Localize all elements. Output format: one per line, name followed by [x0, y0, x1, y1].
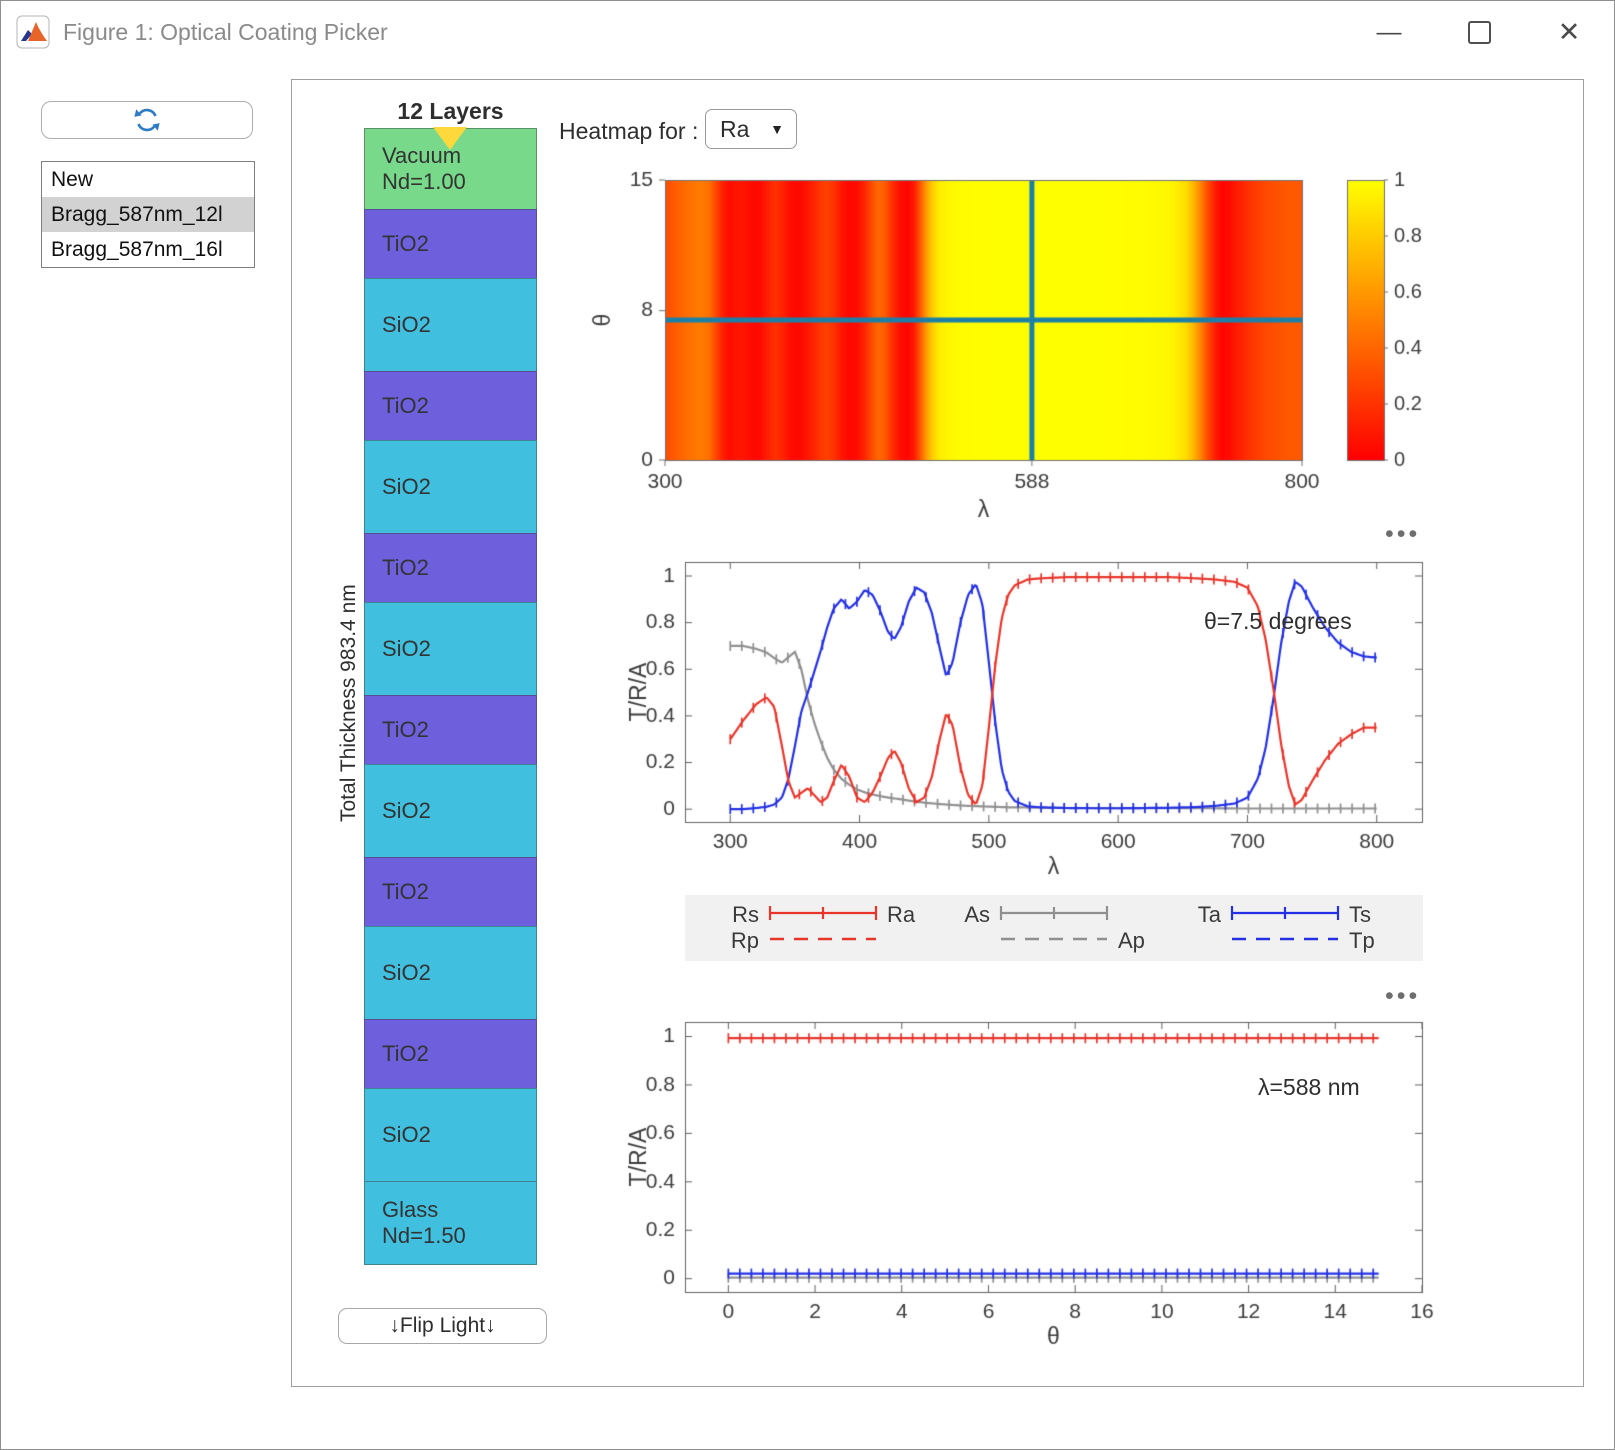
listbox-item[interactable]: Bragg_587nm_16l [42, 232, 254, 267]
heatmap-quantity-dropdown[interactable]: Ra ▼ [705, 109, 797, 149]
coating-listbox[interactable]: NewBragg_587nm_12lBragg_587nm_16l [41, 161, 255, 268]
legend-group: TaTsTp [1181, 902, 1389, 954]
light-direction-marker [433, 127, 467, 150]
layer-sio2[interactable]: SiO2 [364, 764, 537, 858]
legend-group: AsAp [950, 902, 1158, 954]
heatmap-for-label: Heatmap for : [559, 118, 698, 145]
legend-row: Rp [719, 928, 927, 954]
layer-sio2[interactable]: SiO2 [364, 440, 537, 534]
layer-sio2[interactable]: SiO2 [364, 926, 537, 1020]
titlebar[interactable]: Figure 1: Optical Coating Picker — ✕ [1, 1, 1614, 63]
legend-line-sample [1229, 928, 1341, 954]
window-controls: — ✕ [1344, 1, 1614, 63]
lambda-annotation: λ=588 nm [1258, 1074, 1360, 1101]
layer-tio2[interactable]: TiO2 [364, 533, 537, 603]
axes-toolbar-spectrum[interactable]: ••• [1385, 520, 1420, 549]
layer-sio2[interactable]: SiO2 [364, 1088, 537, 1182]
layer-tio2[interactable]: TiO2 [364, 1019, 537, 1089]
legend-row: Ap [950, 928, 1158, 954]
legend-group: RsRaRp [719, 902, 927, 954]
listbox-item[interactable]: Bragg_587nm_12l [42, 197, 254, 232]
maximize-button[interactable] [1434, 1, 1524, 63]
theta-annotation: θ=7.5 degrees [1204, 608, 1352, 635]
stack-title: 12 Layers [364, 98, 537, 125]
layer-sio2[interactable]: SiO2 [364, 602, 537, 696]
figure-window: Figure 1: Optical Coating Picker — ✕ New… [0, 0, 1615, 1450]
minimize-button[interactable]: — [1344, 1, 1434, 63]
heatmap-canvas[interactable] [582, 165, 1462, 533]
close-button[interactable]: ✕ [1524, 1, 1614, 63]
maximize-icon [1468, 21, 1491, 44]
refresh-icon [132, 107, 162, 133]
legend-line-sample [767, 928, 879, 954]
total-thickness-label: Total Thickness 983.4 nm [336, 129, 362, 1277]
listbox-item[interactable]: New [42, 162, 254, 197]
legend-row: TaTs [1181, 902, 1389, 928]
legend-line-sample [767, 902, 879, 928]
axes-toolbar-angle[interactable]: ••• [1385, 982, 1420, 1011]
legend-row: Tp [1181, 928, 1389, 954]
legend-line-sample [998, 928, 1110, 954]
legend-row: RsRa [719, 902, 927, 928]
layer-stack: VacuumNd=1.00TiO2SiO2TiO2SiO2TiO2SiO2TiO… [364, 129, 537, 1265]
layer-tio2[interactable]: TiO2 [364, 371, 537, 441]
legend-row: As [950, 902, 1158, 928]
legend: RsRaRp AsAp TaTsTp [685, 895, 1423, 961]
spectrum-canvas [622, 550, 1452, 885]
window-title: Figure 1: Optical Coating Picker [63, 19, 388, 46]
layer-tio2[interactable]: TiO2 [364, 695, 537, 765]
dropdown-value: Ra [720, 116, 749, 143]
layer-glass[interactable]: GlassNd=1.50 [364, 1181, 537, 1265]
matlab-icon [16, 15, 50, 49]
chevron-down-icon: ▼ [770, 121, 784, 137]
refresh-button[interactable] [41, 101, 253, 139]
layer-sio2[interactable]: SiO2 [364, 278, 537, 372]
legend-line-sample [1229, 902, 1341, 928]
main-panel: 12 Layers Total Thickness 983.4 nm Vacuu… [291, 79, 1584, 1387]
layer-tio2[interactable]: TiO2 [364, 857, 537, 927]
flip-light-button[interactable]: ↓Flip Light↓ [338, 1308, 547, 1344]
legend-line-sample [998, 902, 1110, 928]
layer-tio2[interactable]: TiO2 [364, 209, 537, 279]
angle-canvas [622, 1010, 1452, 1358]
